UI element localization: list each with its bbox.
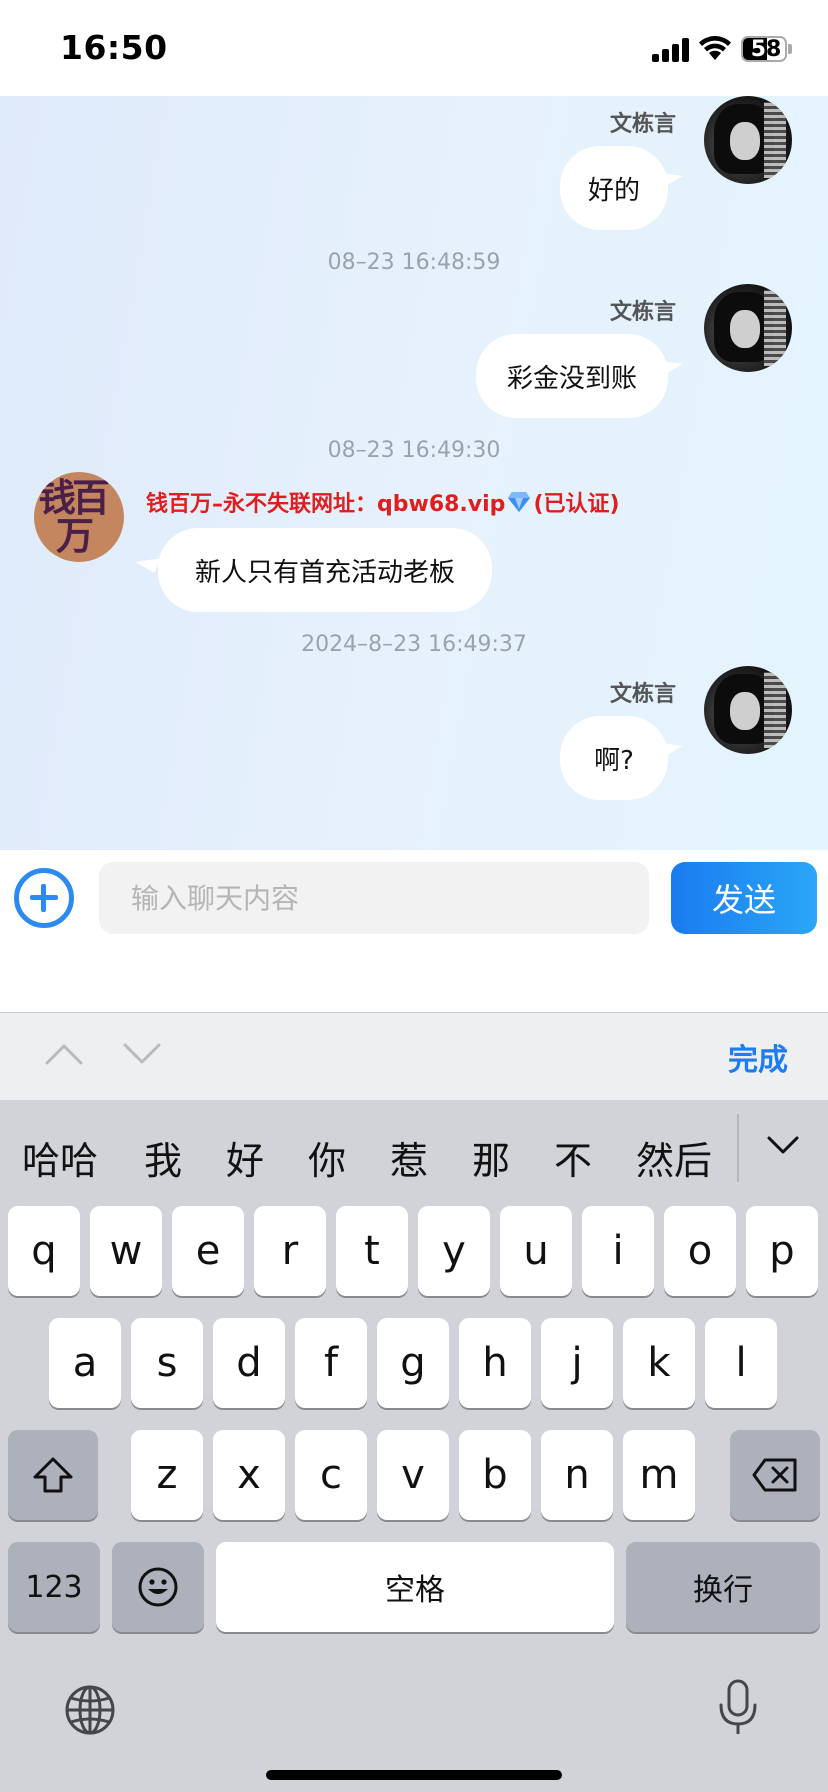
brand-avatar[interactable]: 钱百 万 — [34, 472, 124, 562]
status-time: 16:50 — [60, 28, 168, 67]
globe-icon[interactable] — [64, 1684, 116, 1736]
candidate-word[interactable]: 那 — [472, 1130, 510, 1185]
key-m[interactable]: m — [623, 1430, 695, 1520]
message-bubble[interactable]: 好的 — [560, 146, 668, 230]
microphone-icon[interactable] — [716, 1678, 760, 1738]
key-o[interactable]: o — [664, 1206, 736, 1296]
battery-icon: 58 — [741, 36, 792, 62]
sender-name-prefix: 钱百万–永不失联网址：qbw68.vip — [146, 492, 506, 517]
chat-input[interactable] — [99, 862, 649, 934]
key-t[interactable]: t — [336, 1206, 408, 1296]
message-timestamp: 08–23 16:48:59 — [327, 250, 501, 275]
message-bubble[interactable]: 彩金没到账 — [476, 334, 668, 418]
key-b[interactable]: b — [459, 1430, 531, 1520]
candidate-word[interactable]: 不 — [554, 1130, 592, 1185]
candidate-bar: 哈哈 我 好 你 惹 那 不 然后 — [0, 1100, 828, 1204]
key-h[interactable]: h — [459, 1318, 531, 1408]
send-button[interactable]: 发送 — [671, 862, 817, 934]
candidate-word[interactable]: 惹 — [390, 1130, 428, 1185]
sender-name-verified: 钱百万–永不失联网址：qbw68.vip (已认证) — [146, 486, 620, 518]
status-bar: 16:50 58 — [0, 0, 828, 96]
message-bubble[interactable]: 新人只有首充活动老板 — [158, 528, 492, 612]
keyboard-accessory-bar: 完成 — [0, 1012, 828, 1100]
key-j[interactable]: j — [541, 1318, 613, 1408]
message-text: 啊? — [594, 745, 634, 776]
shift-arrow-icon — [33, 1457, 73, 1493]
candidate-divider — [737, 1114, 739, 1182]
key-v[interactable]: v — [377, 1430, 449, 1520]
user-avatar[interactable] — [704, 666, 792, 754]
key-i[interactable]: i — [582, 1206, 654, 1296]
candidate-word[interactable]: 好 — [226, 1130, 264, 1185]
candidate-word[interactable]: 你 — [308, 1130, 346, 1185]
key-f[interactable]: f — [295, 1318, 367, 1408]
candidate-word[interactable]: 我 — [144, 1130, 182, 1185]
key-c[interactable]: c — [295, 1430, 367, 1520]
chevron-up-icon[interactable] — [44, 1039, 84, 1069]
backspace-key[interactable] — [730, 1430, 820, 1520]
key-z[interactable]: z — [131, 1430, 203, 1520]
cellular-signal-icon — [652, 38, 690, 62]
done-button[interactable]: 完成 — [728, 1035, 788, 1079]
user-avatar[interactable] — [704, 284, 792, 372]
chevron-down-icon[interactable] — [122, 1039, 162, 1069]
chat-message-list[interactable]: 文栋言 好的 08–23 16:48:59 文栋言 彩金没到账 08–23 16… — [0, 96, 828, 850]
shift-key[interactable] — [8, 1430, 98, 1520]
key-a[interactable]: a — [49, 1318, 121, 1408]
key-r[interactable]: r — [254, 1206, 326, 1296]
candidate-word[interactable]: 哈哈 — [22, 1130, 98, 1185]
key-w[interactable]: w — [90, 1206, 162, 1296]
key-y[interactable]: y — [418, 1206, 490, 1296]
key-p[interactable]: p — [746, 1206, 818, 1296]
key-e[interactable]: e — [172, 1206, 244, 1296]
add-attachment-button[interactable] — [14, 868, 74, 928]
message-timestamp: 08–23 16:49:30 — [327, 438, 501, 463]
key-s[interactable]: s — [131, 1318, 203, 1408]
wifi-icon — [699, 36, 731, 60]
message-text: 好的 — [587, 175, 640, 206]
backspace-icon — [752, 1458, 797, 1492]
sender-name: 文栋言 — [610, 300, 677, 325]
battery-percent: 58 — [750, 37, 782, 62]
return-key[interactable]: 换行 — [626, 1542, 820, 1632]
home-indicator — [266, 1770, 562, 1780]
message-text: 新人只有首充活动老板 — [194, 557, 455, 588]
key-l[interactable]: l — [705, 1318, 777, 1408]
candidate-word[interactable]: 然后 — [636, 1130, 712, 1185]
verified-label: (已认证) — [533, 492, 620, 517]
message-input-bar: 发送 — [0, 850, 828, 1012]
key-u[interactable]: u — [500, 1206, 572, 1296]
expand-candidates-icon[interactable] — [766, 1132, 800, 1158]
sender-name: 文栋言 — [610, 682, 677, 707]
user-avatar[interactable] — [704, 96, 792, 184]
key-d[interactable]: d — [213, 1318, 285, 1408]
emoji-key[interactable] — [112, 1542, 204, 1632]
emoji-icon — [138, 1567, 178, 1607]
sender-name: 文栋言 — [610, 112, 677, 137]
key-x[interactable]: x — [213, 1430, 285, 1520]
key-k[interactable]: k — [623, 1318, 695, 1408]
message-timestamp: 2024–8–23 16:49:37 — [301, 632, 527, 657]
message-text: 彩金没到账 — [506, 363, 637, 394]
space-key[interactable]: 空格 — [216, 1542, 614, 1632]
numbers-key[interactable]: 123 — [8, 1542, 100, 1632]
key-g[interactable]: g — [377, 1318, 449, 1408]
message-bubble[interactable]: 啊? — [560, 716, 668, 800]
verified-diamond-icon — [508, 492, 531, 512]
key-q[interactable]: q — [8, 1206, 80, 1296]
key-n[interactable]: n — [541, 1430, 613, 1520]
keyboard: 哈哈 我 好 你 惹 那 不 然后 q w e r t y u i o p a … — [0, 1100, 828, 1792]
